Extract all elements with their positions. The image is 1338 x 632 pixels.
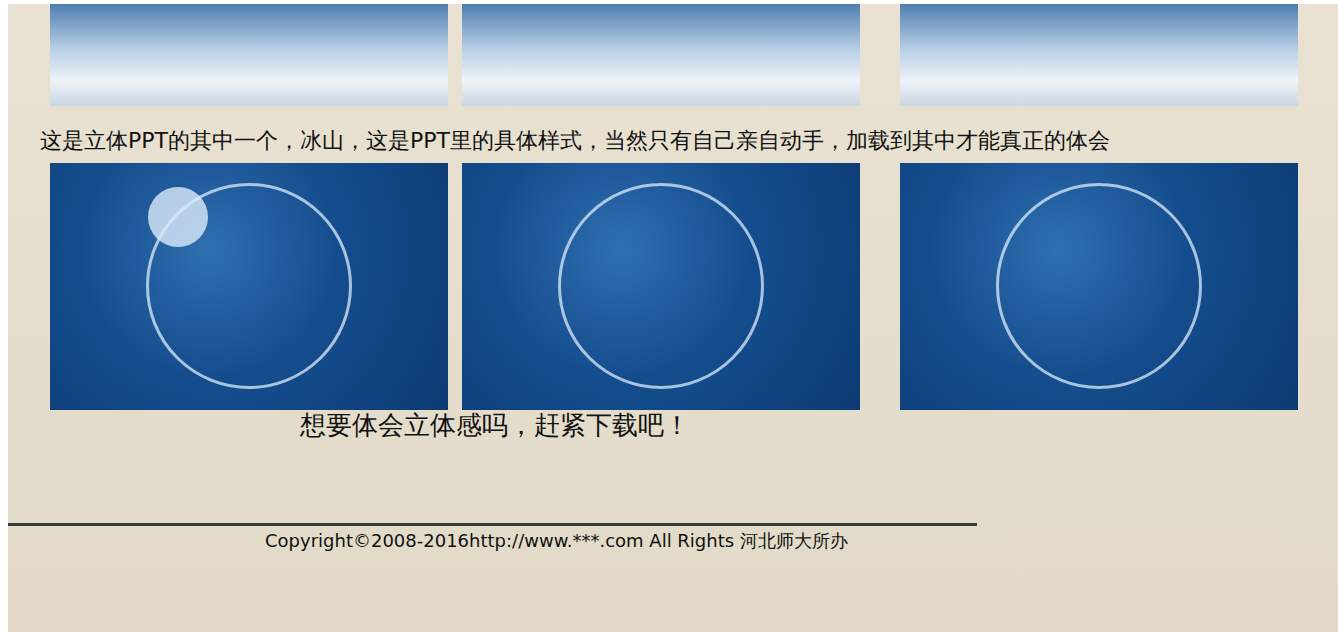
slide-preview [50, 4, 448, 106]
page: 这是立体PPT的其中一个，冰山，这是PPT里的具体样式，当然只有自己亲自动手，加… [8, 4, 1338, 632]
slide-preview [900, 4, 1298, 106]
caption: 这是立体PPT的其中一个，冰山，这是PPT里的具体样式，当然只有自己亲自动手，加… [8, 126, 1338, 156]
download-call: 想要体会立体感吗，赶紧下载吧！ [8, 410, 1338, 440]
footer-rule [8, 523, 977, 526]
slide-preview [462, 4, 860, 106]
slide-preview [50, 163, 448, 410]
preview-row [8, 4, 1338, 106]
slide-preview [900, 163, 1298, 410]
footer-text: Copyright©2008-2016http://www.***.com Al… [8, 529, 1338, 553]
slide-preview [462, 163, 860, 410]
preview-row [8, 163, 1338, 410]
